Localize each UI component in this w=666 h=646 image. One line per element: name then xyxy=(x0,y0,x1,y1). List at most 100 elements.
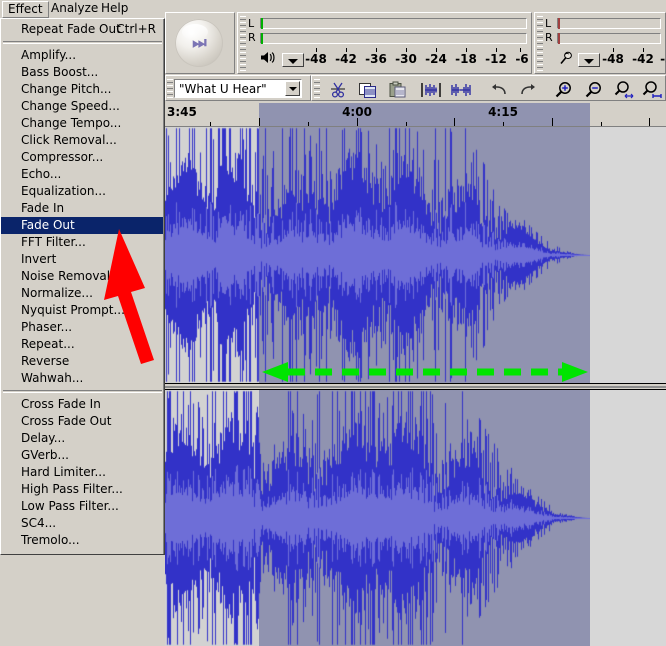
input-device-select[interactable]: "What U Hear" xyxy=(174,79,302,98)
menu-item-high-pass-filter[interactable]: High Pass Filter... xyxy=(1,481,164,498)
menu-item-change-tempo[interactable]: Change Tempo... xyxy=(1,115,164,132)
channel-label-l: L xyxy=(545,17,557,31)
undo-button[interactable] xyxy=(484,78,510,100)
menu-item-label: Reverse xyxy=(21,354,69,368)
output-meter-bar-right xyxy=(260,33,527,44)
timeline-label: 3:45 xyxy=(167,105,197,119)
meter-label: -48 xyxy=(602,52,624,66)
edit-toolbar xyxy=(311,75,666,101)
input-meter-menu-button[interactable] xyxy=(578,53,600,67)
menubar-item-help[interactable]: Help xyxy=(95,1,134,16)
toolbar-grip[interactable] xyxy=(167,79,173,97)
skip-to-end-icon: ⏭ xyxy=(175,33,223,53)
menu-item-label: Equalization... xyxy=(21,184,106,198)
menu-item-reverse[interactable]: Reverse xyxy=(1,353,164,370)
menu-item-low-pass-filter[interactable]: Low Pass Filter... xyxy=(1,498,164,515)
paste-button[interactable] xyxy=(384,78,410,100)
output-meter-channel-labels: L R xyxy=(248,17,260,45)
input-meter-bar-right xyxy=(557,33,661,44)
menu-item-label: Change Speed... xyxy=(21,99,120,113)
channel-label-l: L xyxy=(248,17,260,31)
menu-item-label: Normalize... xyxy=(21,286,93,300)
menu-item-delay[interactable]: Delay... xyxy=(1,430,164,447)
menu-item-label: High Pass Filter... xyxy=(21,482,123,496)
toolbar-grip[interactable] xyxy=(240,16,246,70)
zoom-out-button[interactable] xyxy=(580,78,606,100)
meter-label: -24 xyxy=(425,52,447,66)
menu-item-compressor[interactable]: Compressor... xyxy=(1,149,164,166)
meter-label: -36 xyxy=(660,52,666,66)
menu-item-equalization[interactable]: Equalization... xyxy=(1,183,164,200)
input-meter-channel-labels: L R xyxy=(545,17,557,45)
meter-zero-edge xyxy=(558,18,560,29)
output-meter-menu-button[interactable] xyxy=(282,53,304,67)
menu-item-phaser[interactable]: Phaser... xyxy=(1,319,164,336)
menu-item-wahwah[interactable]: Wahwah... xyxy=(1,370,164,387)
effect-dropdown-menu[interactable]: Repeat Fade Out Ctrl+R Amplify... Bass B… xyxy=(0,18,165,555)
zoom-in-button[interactable] xyxy=(550,78,576,100)
toolbar-grip[interactable] xyxy=(314,79,320,97)
menu-item-cross-fade-in[interactable]: Cross Fade In xyxy=(1,396,164,413)
menu-item-label: Nyquist Prompt... xyxy=(21,303,125,317)
audio-track-upper[interactable] xyxy=(165,127,666,383)
copy-button[interactable] xyxy=(354,78,380,100)
menu-item-normalize[interactable]: Normalize... xyxy=(1,285,164,302)
trim-outside-selection-button[interactable] xyxy=(416,78,442,100)
fit-selection-button[interactable] xyxy=(610,78,636,100)
toolbar-grip[interactable] xyxy=(537,16,543,70)
menu-item-label: SC4... xyxy=(21,516,56,530)
menu-item-repeat[interactable]: Repeat... xyxy=(1,336,164,353)
menu-item-sc4[interactable]: SC4... xyxy=(1,515,164,532)
menubar-item-effect[interactable]: Effect xyxy=(2,1,49,18)
toolbar-row-upper: ⏭ L R xyxy=(165,12,666,75)
menu-item-fade-out[interactable]: Fade Out xyxy=(1,217,164,234)
menu-item-label: Amplify... xyxy=(21,48,76,62)
menu-item-fft-filter[interactable]: FFT Filter... xyxy=(1,234,164,251)
chevron-down-icon[interactable] xyxy=(285,81,300,96)
track-empty-area xyxy=(590,390,666,646)
input-meter-toolbar[interactable]: L R -48 -42 -36 xyxy=(534,12,666,74)
timeline-ruler[interactable]: 3:45 4:00 4:15 xyxy=(165,103,666,127)
menu-item-label: Low Pass Filter... xyxy=(21,499,119,513)
menu-item-click-removal[interactable]: Click Removal... xyxy=(1,132,164,149)
menu-item-label: Cross Fade In xyxy=(21,397,101,411)
channel-label-r: R xyxy=(248,31,260,45)
menu-item-repeat-fade-out[interactable]: Repeat Fade Out Ctrl+R xyxy=(1,21,164,38)
menu-item-label: Repeat... xyxy=(21,337,75,351)
input-meter-bars xyxy=(557,18,663,48)
menu-item-label: Tremolo... xyxy=(21,533,80,547)
fit-project-button[interactable] xyxy=(638,78,664,100)
device-toolbar: "What U Hear" xyxy=(165,75,311,101)
silence-selection-button[interactable] xyxy=(446,78,472,100)
cut-button[interactable] xyxy=(324,78,350,100)
menu-item-label: Fade In xyxy=(21,201,64,215)
menu-item-label: Delay... xyxy=(21,431,65,445)
track-separator xyxy=(165,383,666,390)
menu-item-change-speed[interactable]: Change Speed... xyxy=(1,98,164,115)
menu-item-nyquist-prompt[interactable]: Nyquist Prompt... xyxy=(1,302,164,319)
track-panel[interactable] xyxy=(165,127,666,646)
redo-button[interactable] xyxy=(514,78,540,100)
audio-track-lower[interactable] xyxy=(165,390,666,646)
menu-item-invert[interactable]: Invert xyxy=(1,251,164,268)
output-meter-toolbar[interactable]: L R -48 xyxy=(237,12,532,74)
output-meter-body: L R -48 xyxy=(248,15,529,71)
menu-item-gverb[interactable]: GVerb... xyxy=(1,447,164,464)
menu-item-cross-fade-out[interactable]: Cross Fade Out xyxy=(1,413,164,430)
meter-label: -36 xyxy=(365,52,387,66)
menu-item-echo[interactable]: Echo... xyxy=(1,166,164,183)
menu-item-change-pitch[interactable]: Change Pitch... xyxy=(1,81,164,98)
menu-item-noise-removal[interactable]: Noise Removal... xyxy=(1,268,164,285)
menu-item-fade-in[interactable]: Fade In xyxy=(1,200,164,217)
skip-to-end-button[interactable]: ⏭ xyxy=(175,19,223,67)
menu-item-bass-boost[interactable]: Bass Boost... xyxy=(1,64,164,81)
waveform-upper xyxy=(165,127,590,383)
meter-label: -12 xyxy=(485,52,507,66)
input-device-value: "What U Hear" xyxy=(179,82,267,96)
menu-item-amplify[interactable]: Amplify... xyxy=(1,47,164,64)
transport-toolbar: ⏭ xyxy=(165,12,235,74)
menu-item-label: Repeat Fade Out xyxy=(21,22,121,36)
menu-item-hard-limiter[interactable]: Hard Limiter... xyxy=(1,464,164,481)
menu-item-tremolo[interactable]: Tremolo... xyxy=(1,532,164,549)
waveform-lower xyxy=(165,390,590,646)
